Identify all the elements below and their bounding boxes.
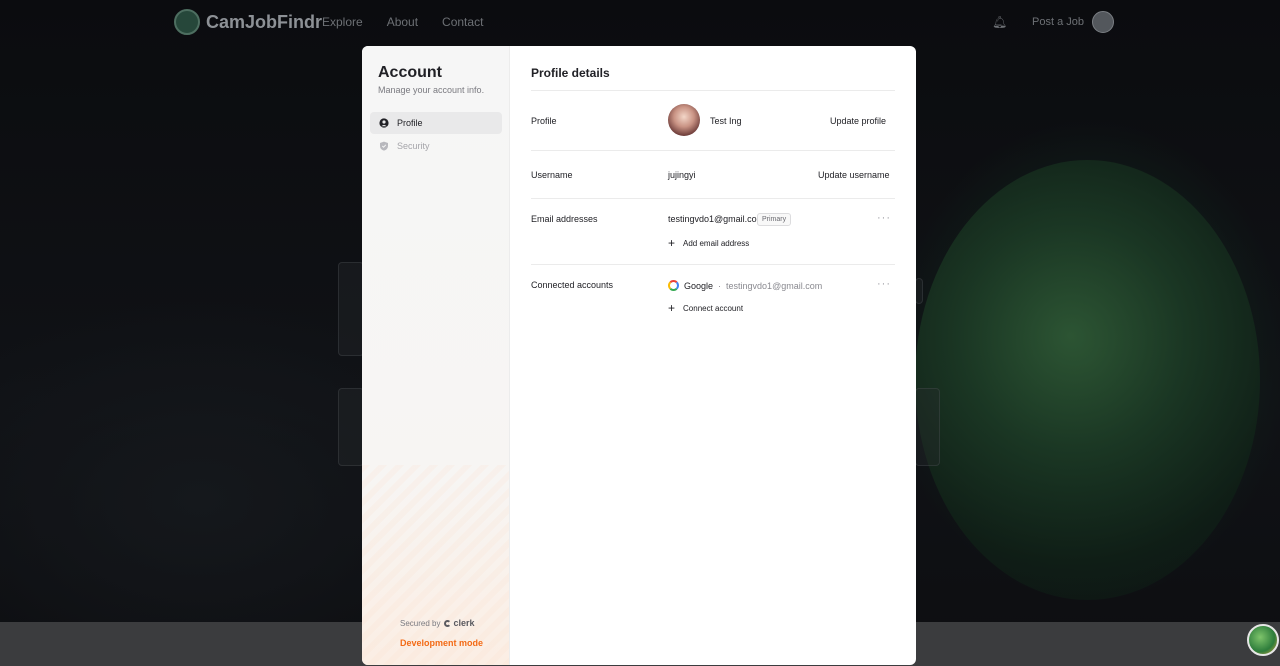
divider — [531, 150, 895, 151]
secured-by-text: Secured by — [400, 618, 441, 628]
account-modal: Account Manage your account info. Profil… — [362, 46, 916, 665]
brand-name: CamJobFindr — [206, 11, 323, 32]
account-sidebar: Account Manage your account info. Profil… — [362, 46, 510, 665]
page-title: Profile details — [531, 66, 610, 80]
google-icon — [668, 280, 679, 291]
google-provider-name: Google — [684, 280, 714, 291]
nav-link-explore[interactable]: Explore — [322, 15, 363, 29]
profile-name: Test Ing — [710, 116, 742, 126]
username-value: jujingyi — [668, 170, 696, 180]
divider — [531, 90, 895, 91]
bell-icon[interactable]: 🔔︎ — [992, 15, 1007, 29]
bg-card — [338, 262, 364, 356]
clerk-logo[interactable]: clerk — [444, 618, 475, 628]
bg-card — [915, 388, 940, 466]
sidebar-title: Account — [378, 64, 442, 81]
secured-by: Secured by clerk — [400, 618, 475, 628]
email-value: testingvdo1@gmail.com — [668, 214, 765, 224]
divider — [531, 198, 895, 199]
username-row-label: Username — [531, 170, 573, 180]
profile-row-label: Profile — [531, 116, 557, 126]
primary-badge: Primary — [757, 213, 792, 226]
update-profile-button[interactable]: Update profile — [830, 116, 886, 126]
nav-link-contact[interactable]: Contact — [442, 15, 483, 29]
sidebar-subtitle: Manage your account info. — [378, 85, 485, 95]
post-job-link[interactable]: Post a Job — [1032, 16, 1084, 28]
brand-logo[interactable]: CamJobFindr — [174, 9, 322, 35]
plus-icon: + — [668, 236, 676, 250]
connected-more-button[interactable]: ··· — [877, 278, 891, 290]
dev-mode-label: Development mode — [400, 638, 484, 648]
profile-details-panel: Profile details ✕ Profile Test Ing Updat… — [510, 46, 916, 665]
google-separator: · — [718, 280, 722, 291]
user-icon — [379, 118, 389, 128]
logo-mark-icon — [174, 9, 200, 35]
sidebar-item-label: Security — [397, 141, 430, 151]
google-account-email: testingvdo1@gmail.com — [726, 280, 823, 291]
clerk-icon — [444, 619, 452, 627]
add-email-label: Add email address — [683, 238, 750, 248]
floating-action-icon[interactable] — [1247, 624, 1279, 656]
connected-row-label: Connected accounts — [531, 280, 614, 290]
update-username-button[interactable]: Update username — [818, 170, 890, 180]
nav-links: Explore About Contact — [322, 15, 483, 29]
google-account: Google · testingvdo1@gmail.com — [668, 280, 822, 291]
email-more-button[interactable]: ··· — [877, 212, 891, 224]
bg-card — [338, 388, 364, 466]
user-avatar[interactable] — [1092, 11, 1114, 33]
profile-avatar — [668, 104, 700, 136]
connect-account-button[interactable]: + Connect account — [668, 302, 743, 314]
add-email-button[interactable]: + Add email address — [668, 237, 749, 249]
connect-account-label: Connect account — [683, 303, 744, 313]
sidebar-item-label: Profile — [397, 118, 423, 128]
shield-icon — [379, 141, 389, 151]
divider — [531, 264, 895, 265]
nav-link-about[interactable]: About — [387, 15, 418, 29]
top-nav: CamJobFindr Explore About Contact 🔔︎ Pos… — [0, 0, 1280, 44]
plus-icon: + — [668, 301, 676, 315]
bg-card — [915, 278, 923, 304]
sidebar-item-profile[interactable]: Profile — [370, 112, 502, 134]
sidebar-stripes — [362, 465, 509, 665]
globe-graphic — [915, 160, 1260, 600]
sidebar-item-security[interactable]: Security — [370, 135, 502, 157]
email-row-label: Email addresses — [531, 214, 598, 224]
clerk-brand-text: clerk — [453, 618, 475, 628]
